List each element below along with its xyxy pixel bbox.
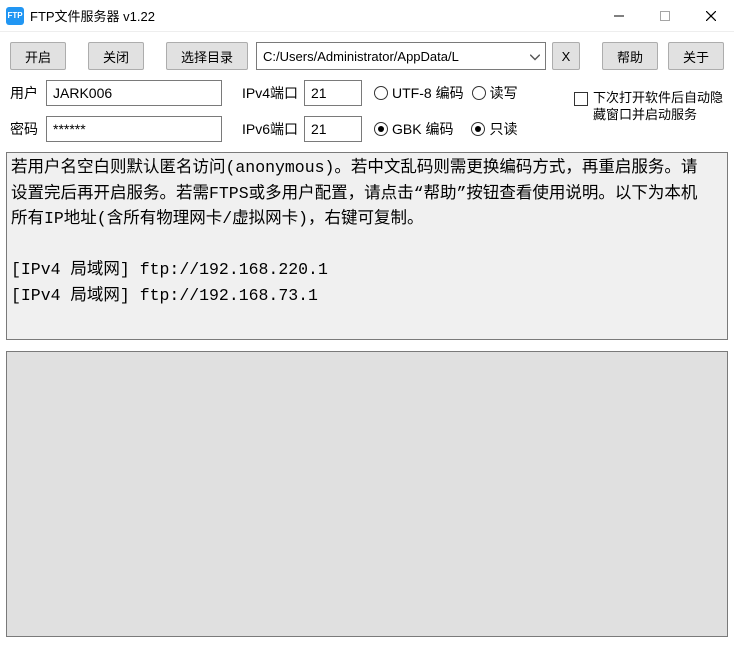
encoding-utf8-label: UTF-8 编码 bbox=[392, 83, 464, 103]
ipv6-port-label: IPv6端口 bbox=[242, 119, 298, 139]
encoding-gbk-radio[interactable]: GBK 编码 bbox=[374, 119, 453, 139]
access-readwrite-radio[interactable]: 读写 bbox=[472, 83, 518, 103]
access-readonly-label: 只读 bbox=[489, 119, 517, 139]
stop-button[interactable]: 关闭 bbox=[88, 42, 144, 70]
ipv4-port-label: IPv4端口 bbox=[242, 83, 298, 103]
start-button[interactable]: 开启 bbox=[10, 42, 66, 70]
app-icon: FTP bbox=[6, 7, 24, 25]
minimize-button[interactable] bbox=[596, 0, 642, 32]
maximize-button[interactable] bbox=[642, 0, 688, 32]
select-directory-button[interactable]: 选择目录 bbox=[166, 42, 248, 70]
window-title: FTP文件服务器 v1.22 bbox=[30, 6, 596, 25]
ipv4-port-input[interactable] bbox=[304, 80, 362, 106]
ipv6-port-input[interactable] bbox=[304, 116, 362, 142]
directory-path-text: C:/Users/Administrator/AppData/L bbox=[263, 49, 459, 64]
username-input[interactable] bbox=[46, 80, 222, 106]
access-readonly-radio[interactable]: 只读 bbox=[471, 119, 517, 139]
autostart-checkbox[interactable]: 下次打开软件后自动隐藏窗口并启动服务 bbox=[574, 90, 724, 124]
encoding-gbk-label: GBK 编码 bbox=[392, 119, 453, 139]
password-label: 密码 bbox=[10, 119, 46, 139]
radio-icon bbox=[374, 122, 388, 136]
encoding-utf8-radio[interactable]: UTF-8 编码 bbox=[374, 83, 464, 103]
radio-icon bbox=[471, 122, 485, 136]
about-button[interactable]: 关于 bbox=[668, 42, 724, 70]
user-label: 用户 bbox=[10, 83, 46, 103]
checkbox-icon bbox=[574, 92, 588, 106]
access-readwrite-label: 读写 bbox=[490, 83, 518, 103]
help-button[interactable]: 帮助 bbox=[602, 42, 658, 70]
radio-icon bbox=[374, 86, 388, 100]
directory-path-select[interactable]: C:/Users/Administrator/AppData/L bbox=[256, 42, 546, 70]
close-button[interactable] bbox=[688, 0, 734, 32]
config-section: 用户 IPv4端口 UTF-8 编码 读写 密码 IPv6端口 bbox=[0, 80, 734, 152]
toolbar: 开启 关闭 选择目录 C:/Users/Administrator/AppDat… bbox=[0, 32, 734, 80]
clear-path-button[interactable]: X bbox=[552, 42, 580, 70]
log-textarea[interactable] bbox=[6, 351, 728, 637]
autostart-label: 下次打开软件后自动隐藏窗口并启动服务 bbox=[593, 90, 724, 124]
password-input[interactable] bbox=[46, 116, 222, 142]
info-textarea[interactable] bbox=[6, 152, 728, 340]
radio-icon bbox=[472, 86, 486, 100]
title-bar: FTP FTP文件服务器 v1.22 bbox=[0, 0, 734, 32]
